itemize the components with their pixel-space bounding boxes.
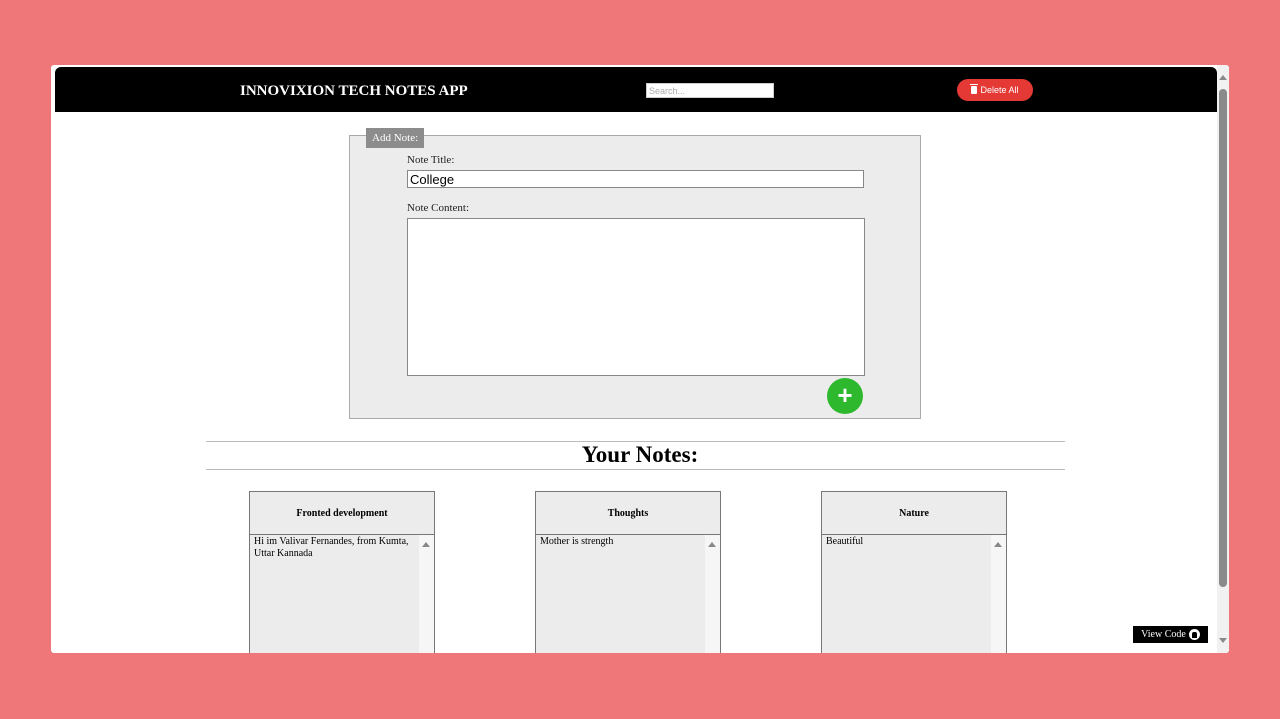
note-card[interactable]: Thoughts Mother is strength	[535, 491, 721, 653]
browser-window: INNOVIXION TECH NOTES APP Delete All Add…	[51, 65, 1229, 653]
your-notes-heading: Your Notes:	[581, 442, 699, 467]
scrollbar-thumb[interactable]	[1219, 89, 1227, 587]
scroll-down-icon[interactable]	[1219, 638, 1227, 643]
note-card[interactable]: Fronted development Hi im Valivar Fernan…	[249, 491, 435, 653]
note-scrollbar[interactable]	[705, 535, 720, 653]
note-content-textarea[interactable]	[407, 218, 865, 376]
scroll-up-icon[interactable]	[708, 542, 716, 547]
app-title: INNOVIXION TECH NOTES APP	[240, 83, 468, 99]
note-title: Thoughts	[536, 492, 720, 535]
delete-all-label: Delete All	[980, 85, 1019, 95]
note-title: Fronted development	[250, 492, 434, 535]
plus-icon: +	[837, 380, 853, 410]
note-scrollbar[interactable]	[419, 535, 434, 653]
note-content[interactable]: Hi im Valivar Fernandes, from Kumta, Utt…	[250, 535, 434, 653]
add-note-button[interactable]: +	[827, 378, 863, 414]
add-note-form: Add Note: Note Title: Note Content: +	[349, 128, 921, 419]
note-title-input[interactable]	[407, 170, 864, 188]
note-content[interactable]: Beautiful	[822, 535, 1006, 653]
note-title: Nature	[822, 492, 1006, 535]
app-header: INNOVIXION TECH NOTES APP Delete All	[55, 67, 1217, 112]
heading-divider-bottom	[206, 469, 1065, 470]
note-content-label: Note Content:	[407, 202, 470, 214]
note-text: Mother is strength	[540, 536, 614, 547]
github-icon	[1188, 629, 1200, 640]
note-scrollbar[interactable]	[991, 535, 1006, 653]
page-scrollbar[interactable]	[1217, 65, 1229, 653]
note-card[interactable]: Nature Beautiful	[821, 491, 1007, 653]
view-code-button[interactable]: View Code	[1133, 626, 1208, 643]
note-text: Beautiful	[826, 536, 864, 547]
add-note-legend: Add Note:	[366, 128, 425, 148]
scroll-up-icon[interactable]	[422, 542, 430, 547]
scroll-up-icon[interactable]	[1219, 75, 1227, 80]
delete-all-button[interactable]: Delete All	[957, 79, 1033, 101]
view-code-label: View Code	[1141, 629, 1186, 640]
note-text: Hi im Valivar Fernandes, from Kumta, Utt…	[254, 536, 409, 559]
scroll-up-icon[interactable]	[994, 542, 1002, 547]
trash-icon	[970, 84, 979, 94]
note-content[interactable]: Mother is strength	[536, 535, 720, 653]
search-input[interactable]	[646, 83, 774, 98]
note-title-label: Note Title:	[407, 154, 455, 166]
